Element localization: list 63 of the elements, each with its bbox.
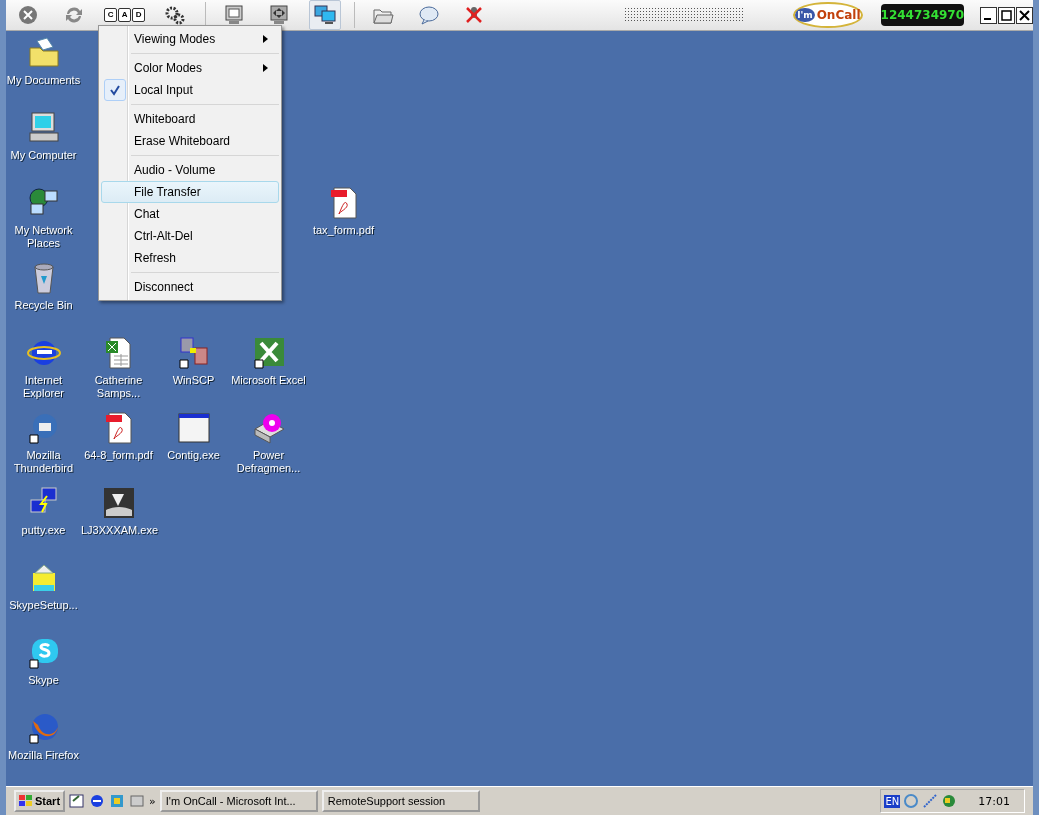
program-window-icon (176, 411, 211, 446)
desktop-icon-label[interactable]: Contig.exe (156, 449, 231, 463)
close-icon[interactable] (1016, 6, 1034, 24)
session-id: 1244734970 (880, 4, 965, 27)
linked-computers-icon (176, 336, 211, 371)
submenu-arrow-icon (263, 35, 268, 44)
start-button[interactable]: Start (14, 790, 66, 813)
desktop-icon-label[interactable]: Mozilla Firefox (6, 749, 81, 763)
menu-item[interactable]: Local Input (101, 79, 279, 102)
sync-icon[interactable] (903, 793, 920, 810)
chat-bubble-icon (417, 4, 440, 27)
desktop-icon-label[interactable]: My Network Places (6, 224, 81, 251)
menu-item[interactable]: Chat (101, 203, 279, 226)
maximize-icon[interactable] (998, 6, 1016, 24)
menu-item[interactable]: Refresh (101, 247, 279, 270)
menu-item[interactable]: Color Modes (101, 57, 279, 80)
desktop-icon-label[interactable]: Microsoft Excel (231, 374, 306, 388)
dual-monitor-icon (313, 4, 336, 27)
more-chevron[interactable]: » (149, 794, 156, 808)
windows-logo-icon (19, 795, 33, 808)
submenu-arrow-icon (263, 64, 268, 73)
desktop-icon-label[interactable]: WinSCP (156, 374, 231, 388)
desktop-icon-label[interactable]: SkypeSetup... (6, 599, 81, 613)
menu-item[interactable]: File Transfer (101, 181, 279, 204)
checkmark-icon (104, 79, 126, 102)
desktop-icon-label[interactable]: My Computer (6, 149, 81, 163)
logo-prefix: I'm (795, 8, 815, 23)
minimize-icon[interactable] (980, 6, 998, 24)
desktop-icon-label[interactable]: Power Defragmen... (231, 449, 306, 476)
desktop-icon-label[interactable]: Skype (6, 674, 81, 688)
desktop-icon-label[interactable]: Catherine Samps... (81, 374, 156, 401)
menu-item[interactable]: Disconnect (101, 276, 279, 299)
desktop-icon[interactable] (69, 793, 86, 810)
logo-name: OnCall (816, 8, 861, 23)
application-icon (101, 486, 136, 521)
skype-icon (26, 636, 61, 671)
menu-item[interactable]: Erase Whiteboard (101, 130, 279, 153)
desktop-icon-label[interactable]: putty.exe (6, 524, 81, 538)
fullscreen-monitor-icon (268, 4, 291, 27)
desktop-icon-label[interactable]: 64-8_form.pdf (81, 449, 156, 463)
menu-item[interactable]: Whiteboard (101, 108, 279, 131)
taskbar-button[interactable]: I'm OnCall - Microsoft Int... (159, 790, 318, 813)
desktop-icon-label[interactable]: Recycle Bin (6, 299, 81, 313)
keyboard-key: D (132, 8, 146, 23)
disk-drive-icon (251, 411, 286, 446)
menu-item[interactable]: Audio - Volume (101, 159, 279, 182)
gears-icon (164, 4, 187, 27)
desktop-icon-label[interactable]: Mozilla Thunderbird (6, 449, 81, 476)
monitor-icon (222, 4, 245, 27)
menu-item[interactable]: Ctrl-Alt-Del (101, 225, 279, 248)
clock: 17:01 (978, 794, 1010, 808)
language-indicator[interactable]: EN (884, 794, 901, 808)
desktop-icon-label[interactable]: My Documents (6, 74, 81, 88)
keyboard-key: A (118, 8, 132, 23)
toolbar-button[interactable] (308, 0, 342, 31)
keyboard-key: C (104, 8, 118, 23)
spreadsheet-x-icon (251, 336, 286, 371)
taskbar-button[interactable]: RemoteSupport session (321, 790, 480, 813)
desktop-icon-label[interactable]: LJ3XXXAM.exe (81, 524, 156, 538)
close-icon (17, 4, 40, 27)
desktop-icon-label[interactable]: Internet Explorer (6, 374, 81, 401)
desktop-icon-label[interactable]: tax_form.pdf (306, 224, 381, 238)
menu-item[interactable]: Viewing Modes (101, 28, 279, 51)
